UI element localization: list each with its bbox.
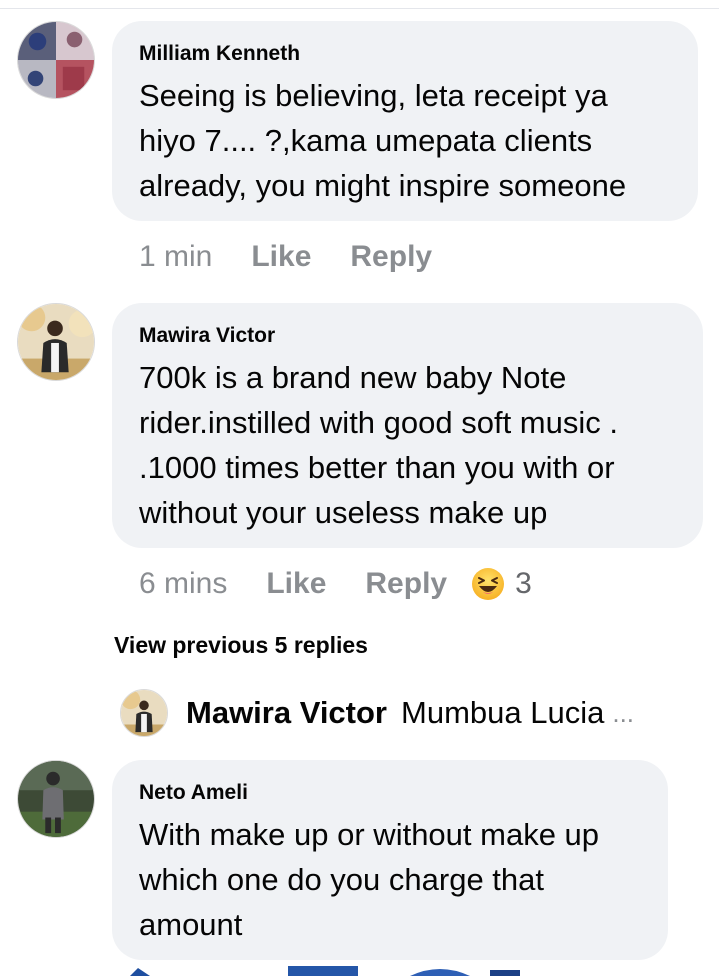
comment-text: Seeing is believing, leta receipt ya hiy… xyxy=(139,78,627,203)
reaction-count: 3 xyxy=(515,567,532,600)
reply-ellipsis: ... xyxy=(612,697,635,728)
avatar[interactable] xyxy=(17,303,95,381)
reply-author: Mawira Victor xyxy=(186,695,388,730)
like-button[interactable]: Like xyxy=(251,240,311,274)
laughing-emoji-icon xyxy=(472,568,505,600)
reaction-summary[interactable]: 3 xyxy=(471,567,532,601)
comment-text: With make up or without make up which on… xyxy=(139,817,600,942)
reply-button[interactable]: Reply xyxy=(350,240,432,274)
attached-image-preview[interactable] xyxy=(110,960,530,976)
top-divider xyxy=(0,0,719,9)
comment-time[interactable]: 6 mins xyxy=(139,567,227,601)
reply-button[interactable]: Reply xyxy=(365,567,447,601)
comment-text: 700k is a brand new baby Note rider.inst… xyxy=(139,360,618,530)
like-button[interactable]: Like xyxy=(266,567,326,601)
comment-author[interactable]: Neto Ameli xyxy=(139,780,640,806)
reply-preview[interactable]: Mawira Victor Mumbua Lucia ... xyxy=(120,688,634,738)
avatar[interactable] xyxy=(17,760,95,838)
avatar xyxy=(120,689,168,737)
comment-bubble: Milliam Kenneth Seeing is believing, let… xyxy=(112,21,698,221)
comment-time[interactable]: 1 min xyxy=(139,240,212,274)
comment-author[interactable]: Mawira Victor xyxy=(139,323,675,349)
comment-actions: 1 min Like Reply xyxy=(139,237,471,277)
comment-bubble: Mawira Victor 700k is a brand new baby N… xyxy=(112,303,703,548)
comment-actions: 6 mins Like Reply 3 xyxy=(139,564,532,604)
reply-text: Mumbua Lucia xyxy=(401,695,605,730)
comment-author[interactable]: Milliam Kenneth xyxy=(139,41,670,67)
avatar[interactable] xyxy=(17,21,95,99)
comment-bubble: Neto Ameli With make up or without make … xyxy=(112,760,668,960)
view-previous-replies-link[interactable]: View previous 5 replies xyxy=(114,632,368,659)
